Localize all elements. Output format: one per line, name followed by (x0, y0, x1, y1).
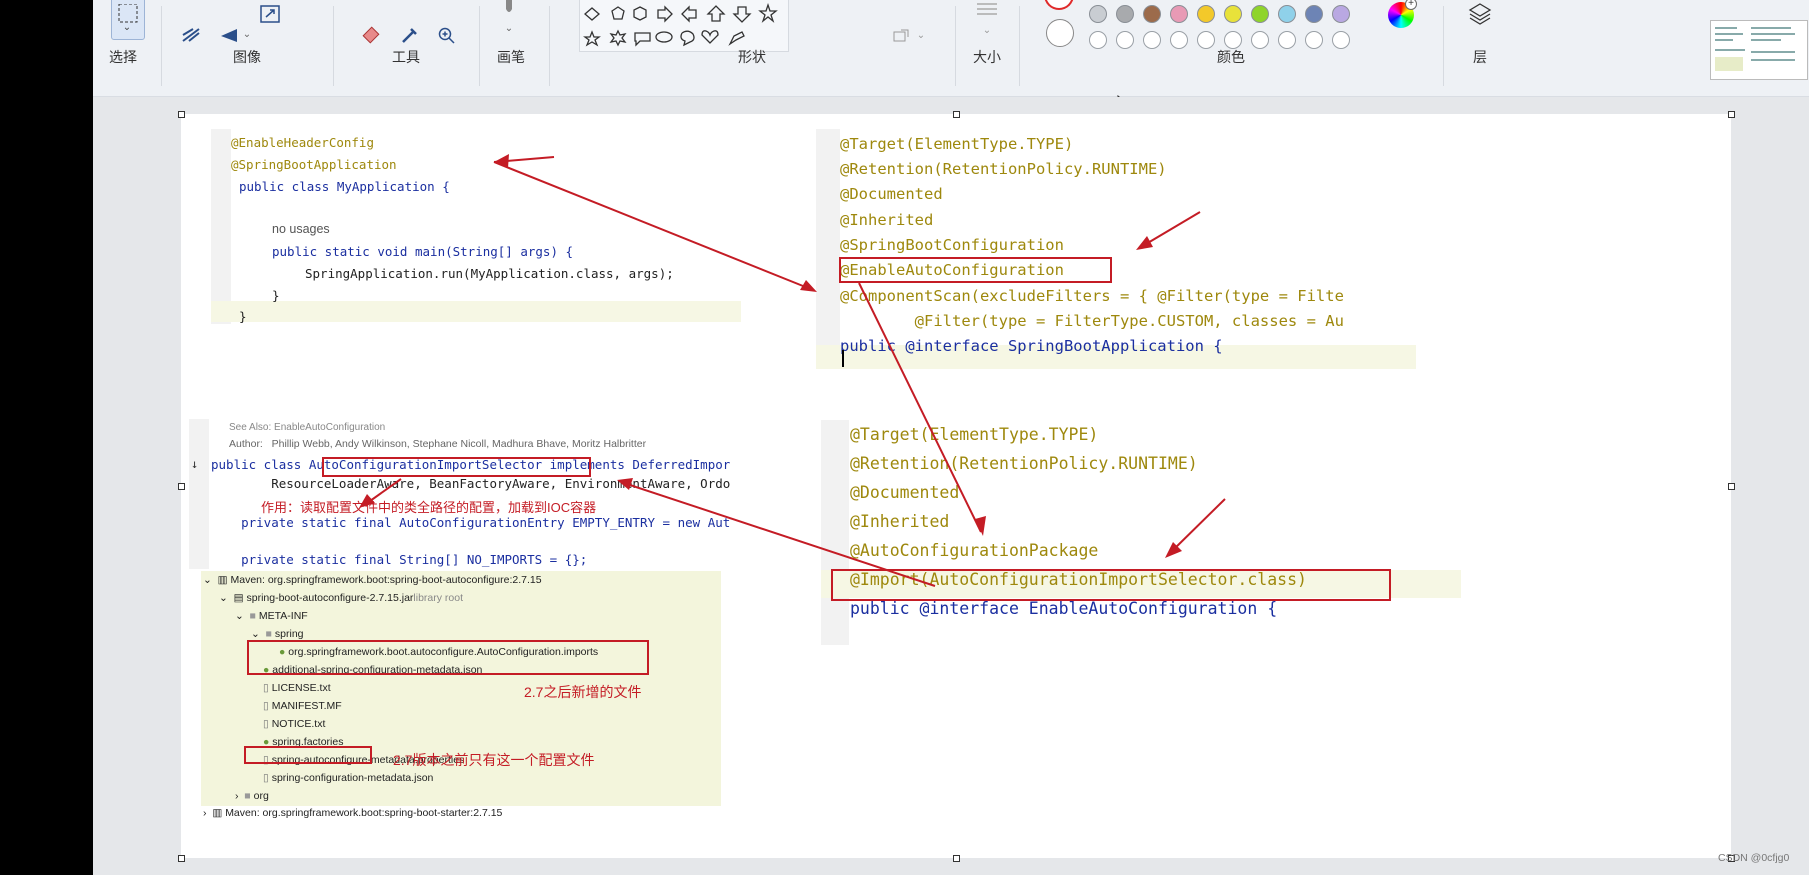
left-black-bar (0, 0, 93, 875)
divider (1443, 6, 1444, 86)
palette-swatch[interactable] (1116, 5, 1134, 23)
divider (549, 6, 550, 86)
color2-selector[interactable] (1046, 19, 1074, 47)
chevron-down-icon[interactable]: ⌄ (915, 28, 927, 42)
palette-swatch[interactable] (1278, 5, 1296, 23)
chevron-down-icon[interactable]: ⌄ (119, 22, 135, 33)
group-label-layers: 层 (1473, 49, 1487, 65)
arrowhead (1136, 236, 1153, 250)
divider (161, 6, 162, 86)
resize-handle[interactable] (953, 855, 960, 862)
palette-empty-swatch[interactable] (1170, 31, 1188, 49)
palette-empty-swatch[interactable] (1089, 31, 1107, 49)
resize-handle[interactable] (953, 111, 960, 118)
group-label-colors: 颜色 (1217, 49, 1245, 65)
divider (333, 6, 334, 86)
layers-icon[interactable] (1465, 0, 1495, 28)
resize-icon[interactable] (257, 0, 283, 26)
add-color-icon[interactable]: + (1405, 0, 1417, 10)
arrowhead (617, 478, 633, 490)
arrowhead (359, 494, 375, 508)
canvas-area[interactable]: @EnableHeaderConfig @SpringBootApplicati… (93, 97, 1809, 875)
group-label-shapes: 形状 (738, 49, 766, 65)
group-size: ⌄ 大小 (957, 0, 1017, 97)
palette-swatch[interactable] (1089, 5, 1107, 23)
group-label-tools: 工具 (392, 49, 420, 65)
palette-empty-swatch[interactable] (1332, 31, 1350, 49)
resize-handle[interactable] (1728, 111, 1735, 118)
group-shapes: ⌄ 形状 (551, 0, 953, 97)
arrow-line (493, 161, 814, 291)
arrowhead (800, 280, 817, 292)
palette-swatch[interactable] (1251, 5, 1269, 23)
chevron-down-icon[interactable]: ⌄ (979, 24, 995, 36)
shapes-gallery[interactable] (579, 0, 789, 52)
group-image: ⌄ 图像 (163, 0, 331, 97)
divider (479, 6, 480, 86)
palette-empty-swatch[interactable] (1143, 31, 1161, 49)
divider (955, 6, 956, 86)
watermark: CSDN @0cfjg0 (1718, 852, 1790, 864)
arrowhead (975, 516, 986, 536)
image-thumbnail[interactable] (1710, 20, 1808, 80)
group-label-size: 大小 (973, 49, 1001, 65)
palette-swatch[interactable] (1143, 5, 1161, 23)
magnifier-icon[interactable] (435, 24, 459, 46)
image-canvas[interactable]: @EnableHeaderConfig @SpringBootApplicati… (181, 114, 1731, 858)
group-label-select: 选择 (109, 49, 137, 65)
resize-handle[interactable] (1728, 483, 1735, 490)
palette-empty-swatch[interactable] (1197, 31, 1215, 49)
palette-empty-swatch[interactable] (1116, 31, 1134, 49)
select-button[interactable] (111, 0, 145, 40)
crop-icon[interactable] (178, 24, 204, 46)
palette-swatch[interactable] (1170, 5, 1188, 23)
palette-swatch[interactable] (1305, 5, 1323, 23)
resize-handle[interactable] (178, 483, 185, 490)
group-colors: + 颜色 (1021, 0, 1441, 97)
palette-empty-swatch[interactable] (1278, 31, 1296, 49)
group-tools: 工具 (335, 0, 477, 97)
palette-empty-swatch[interactable] (1251, 31, 1269, 49)
color-picker-icon[interactable] (398, 24, 422, 46)
arrow-line (620, 481, 936, 587)
color1-selector[interactable] (1044, 0, 1074, 10)
group-label-image: 图像 (233, 49, 261, 65)
resize-handle[interactable] (178, 111, 185, 118)
rotate-icon[interactable] (216, 24, 242, 46)
ribbon-toolbar: ⌄ 选择 ⌄ 图像 工具 ⌄ 画笔 ⌄ 形状 ⌄ 大小 + 颜色 层 (93, 0, 1809, 97)
group-select: ⌄ 选择 (93, 0, 153, 97)
group-label-brush: 画笔 (497, 49, 525, 65)
palette-swatch[interactable] (1332, 5, 1350, 23)
annotation-arrows (359, 154, 1226, 587)
eraser-icon[interactable] (360, 24, 384, 46)
palette-empty-swatch[interactable] (1305, 31, 1323, 49)
group-layers: 层 (1445, 0, 1515, 97)
divider (1019, 6, 1020, 86)
chevron-down-icon[interactable]: ⌄ (241, 26, 253, 42)
chevron-down-icon[interactable]: ⌄ (501, 22, 517, 34)
palette-swatch[interactable] (1224, 5, 1242, 23)
shape-outline-icon[interactable] (891, 26, 915, 46)
line-width-icon[interactable] (973, 0, 1001, 18)
paint-app-window: ⌄ 选择 ⌄ 图像 工具 ⌄ 画笔 ⌄ 形状 ⌄ 大小 + 颜色 层 @Enab… (0, 0, 1809, 875)
palette-empty-swatch[interactable] (1224, 31, 1242, 49)
arrow-line (1168, 498, 1226, 555)
arrow-line (858, 282, 982, 533)
palette-swatch[interactable] (1197, 5, 1215, 23)
resize-handle[interactable] (178, 855, 185, 862)
brush-icon[interactable] (497, 0, 521, 20)
group-brush: ⌄ 画笔 (481, 0, 541, 97)
